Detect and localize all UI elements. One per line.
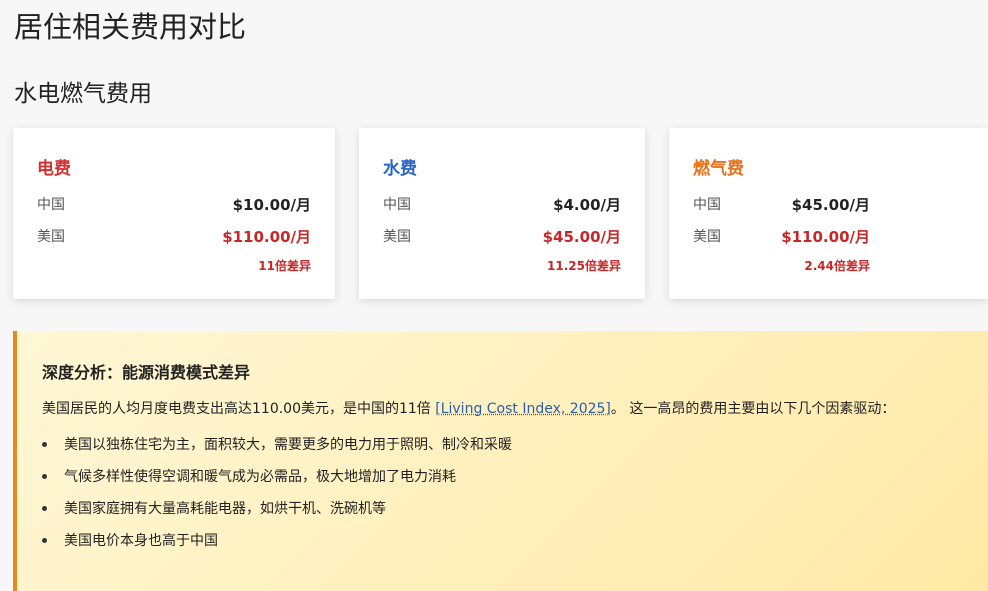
section-title: 水电燃气费用 (14, 81, 152, 107)
water-card: 水费 中国 $4.00/月 美国 $45.00/月 11.25倍差异 (359, 128, 645, 299)
list-item: 美国电价本身也高于中国 (42, 530, 512, 562)
diff-badge: 2.44倍差异 (804, 259, 870, 273)
us-label: 美国 (693, 229, 721, 245)
us-label: 美国 (383, 229, 411, 245)
bullet-text: 美国电价本身也高于中国 (64, 533, 218, 549)
us-value: $110.00/月 (781, 227, 870, 246)
us-value: $45.00/月 (542, 227, 621, 246)
list-item: 气候多样性使得空调和暖气成为必需品，极大地增加了电力消耗 (42, 466, 512, 498)
bullet-text: 美国以独栋住宅为主，面积较大，需要更多的电力用于照明、制冷和采暖 (64, 437, 512, 453)
diff-badge: 11倍差异 (258, 259, 311, 273)
bullet-icon (42, 538, 47, 543)
electricity-card: 电费 中国 $10.00/月 美国 $110.00/月 11倍差异 (13, 128, 335, 299)
page-title: 居住相关费用对比 (14, 10, 247, 44)
us-row: 美国 $110.00/月 (37, 225, 311, 247)
cn-value: $4.00/月 (553, 195, 621, 214)
diff-badge: 11.25倍差异 (547, 259, 621, 273)
bullet-text: 气候多样性使得空调和暖气成为必需品，极大地增加了电力消耗 (64, 469, 456, 485)
card-title: 电费 (37, 159, 71, 179)
gas-card: 燃气费 中国 $45.00/月 美国 $110.00/月 2.44倍差异 (669, 128, 988, 299)
us-row: 美国 $45.00/月 (383, 225, 621, 247)
cn-value: $10.00/月 (232, 195, 311, 214)
card-title: 水费 (383, 159, 417, 179)
citation-link[interactable]: [Living Cost Index, 2025] (435, 401, 611, 417)
list-item: 美国以独栋住宅为主，面积较大，需要更多的电力用于照明、制冷和采暖 (42, 434, 512, 466)
analysis-paragraph: 美国居民的人均月度电费支出高达110.00美元，是中国的11倍 [Living … (42, 398, 895, 418)
bullet-icon (42, 506, 47, 511)
analysis-title: 深度分析：能源消费模式差异 (42, 363, 251, 382)
paragraph-text: 美国居民的人均月度电费支出高达110.00美元，是中国的11倍 (42, 401, 436, 417)
list-item: 美国家庭拥有大量高耗能电器，如烘干机、洗碗机等 (42, 498, 512, 530)
cn-label: 中国 (383, 197, 411, 213)
us-value: $110.00/月 (222, 227, 311, 246)
us-row: 美国 $110.00/月 (693, 225, 870, 247)
cn-label: 中国 (693, 197, 721, 213)
bullet-text: 美国家庭拥有大量高耗能电器，如烘干机、洗碗机等 (64, 501, 386, 517)
us-label: 美国 (37, 229, 65, 245)
analysis-callout: 深度分析：能源消费模式差异 美国居民的人均月度电费支出高达110.00美元，是中… (13, 331, 988, 591)
bullet-icon (42, 442, 47, 447)
cn-label: 中国 (37, 197, 65, 213)
cn-row: 中国 $4.00/月 (383, 193, 621, 215)
card-title: 燃气费 (693, 159, 744, 179)
cn-value: $45.00/月 (791, 195, 870, 214)
cn-row: 中国 $45.00/月 (693, 193, 870, 215)
factor-list: 美国以独栋住宅为主，面积较大，需要更多的电力用于照明、制冷和采暖 气候多样性使得… (42, 434, 512, 562)
paragraph-text-end: 。 这一高昂的费用主要由以下几个因素驱动： (610, 401, 896, 417)
cn-row: 中国 $10.00/月 (37, 193, 311, 215)
bullet-icon (42, 474, 47, 479)
